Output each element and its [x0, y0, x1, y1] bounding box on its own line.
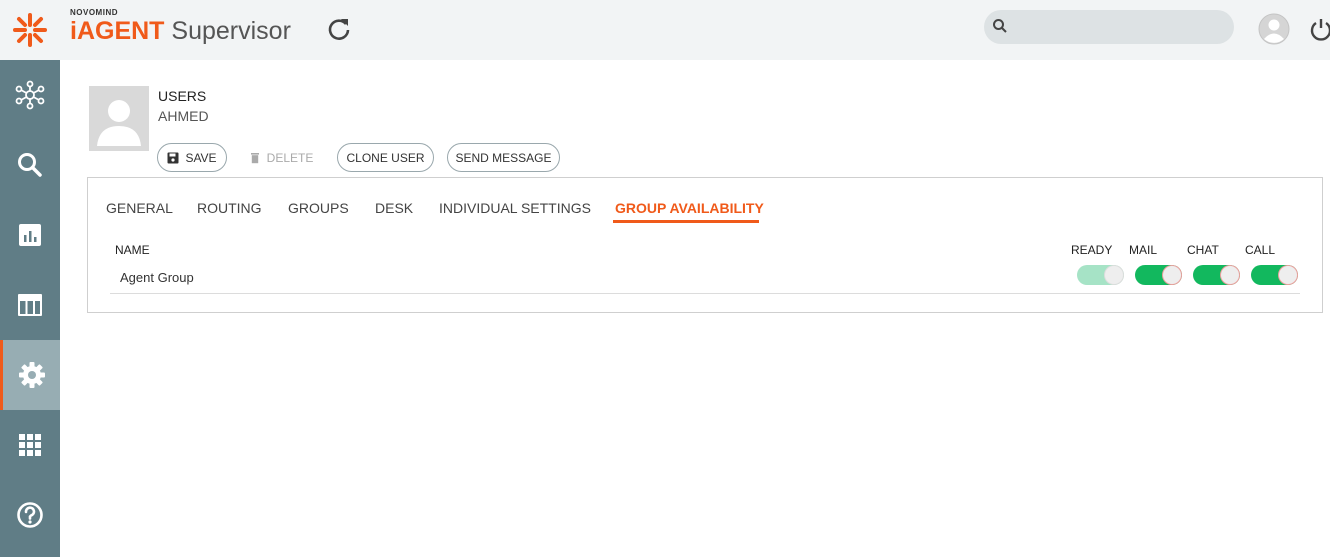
app-title: iAGENT Supervisor: [70, 17, 291, 45]
save-label: SAVE: [185, 150, 217, 165]
breadcrumb[interactable]: USERS: [158, 88, 206, 104]
table-layout-icon: [18, 294, 42, 316]
user-photo-placeholder: [89, 86, 149, 151]
column-header-mail: MAIL: [1129, 243, 1158, 257]
brand-company: NOVOMIND: [70, 8, 118, 17]
search-bar[interactable]: [984, 10, 1234, 44]
call-toggle[interactable]: [1251, 265, 1298, 285]
search-icon: [993, 19, 1007, 33]
search-input[interactable]: [1014, 16, 1224, 38]
save-button[interactable]: SAVE: [157, 143, 227, 172]
tab-routing[interactable]: ROUTING: [197, 200, 262, 216]
mail-toggle[interactable]: [1135, 265, 1182, 285]
sidebar-item-reports[interactable]: [0, 200, 60, 270]
column-header-call: CALL: [1245, 243, 1276, 257]
chat-toggle[interactable]: [1193, 265, 1240, 285]
toggle-knob: [1279, 266, 1297, 284]
toggle-knob: [1163, 266, 1181, 284]
clone-user-button[interactable]: CLONE USER: [337, 143, 434, 172]
delete-button[interactable]: DELETE: [243, 143, 319, 172]
sidebar-item-layout[interactable]: [0, 270, 60, 340]
clone-user-label: CLONE USER: [346, 150, 425, 165]
sidebar-item-help[interactable]: [0, 480, 60, 550]
sidebar-item-search[interactable]: [0, 130, 60, 200]
gear-icon: [18, 362, 45, 388]
page-title: AHMED: [158, 108, 209, 124]
user-silhouette-icon: [97, 100, 141, 146]
toggle-knob: [1105, 266, 1123, 284]
network-icon: [15, 80, 45, 110]
help-icon: [17, 502, 43, 528]
report-chart-icon: [19, 224, 41, 246]
brand: NOVOMIND iAGENT Supervisor: [70, 8, 291, 45]
power-icon[interactable]: [1308, 16, 1330, 42]
send-message-button[interactable]: SEND MESSAGE: [447, 143, 560, 172]
tab-individual-settings[interactable]: INDIVIDUAL SETTINGS: [439, 200, 591, 216]
sidebar-item-settings[interactable]: [0, 340, 60, 410]
top-header: NOVOMIND iAGENT Supervisor: [0, 0, 1330, 60]
refresh-icon[interactable]: [326, 16, 352, 42]
active-tab-indicator: [613, 220, 759, 223]
tab-group-availability[interactable]: GROUP AVAILABILITY: [615, 200, 764, 216]
tab-general[interactable]: GENERAL: [106, 200, 173, 216]
trash-icon: [250, 152, 259, 163]
sidebar-item-network[interactable]: [0, 60, 60, 130]
app-title-primary: iAGENT: [70, 17, 165, 45]
search-icon: [18, 153, 42, 177]
column-header-ready: READY: [1071, 243, 1113, 257]
column-header-chat: CHAT: [1187, 243, 1219, 257]
group-name-cell: Agent Group: [120, 270, 194, 285]
sidebar-item-apps[interactable]: [0, 410, 60, 480]
grid-apps-icon: [19, 434, 41, 456]
row-divider: [110, 293, 1300, 294]
sidebar: [0, 60, 60, 557]
app-title-secondary: Supervisor: [164, 17, 291, 45]
column-header-name: NAME: [115, 243, 150, 257]
ready-toggle[interactable]: [1077, 265, 1124, 285]
user-avatar-icon[interactable]: [1258, 13, 1290, 45]
tab-desk[interactable]: DESK: [375, 200, 413, 216]
delete-label: DELETE: [266, 150, 314, 165]
tab-groups[interactable]: GROUPS: [288, 200, 349, 216]
novomind-logo-icon: [13, 13, 47, 47]
toggle-knob: [1221, 266, 1239, 284]
send-message-label: SEND MESSAGE: [455, 150, 552, 165]
floppy-disk-icon: [167, 152, 179, 163]
group-availability-panel: GENERAL ROUTING GROUPS DESK INDIVIDUAL S…: [87, 177, 1323, 313]
